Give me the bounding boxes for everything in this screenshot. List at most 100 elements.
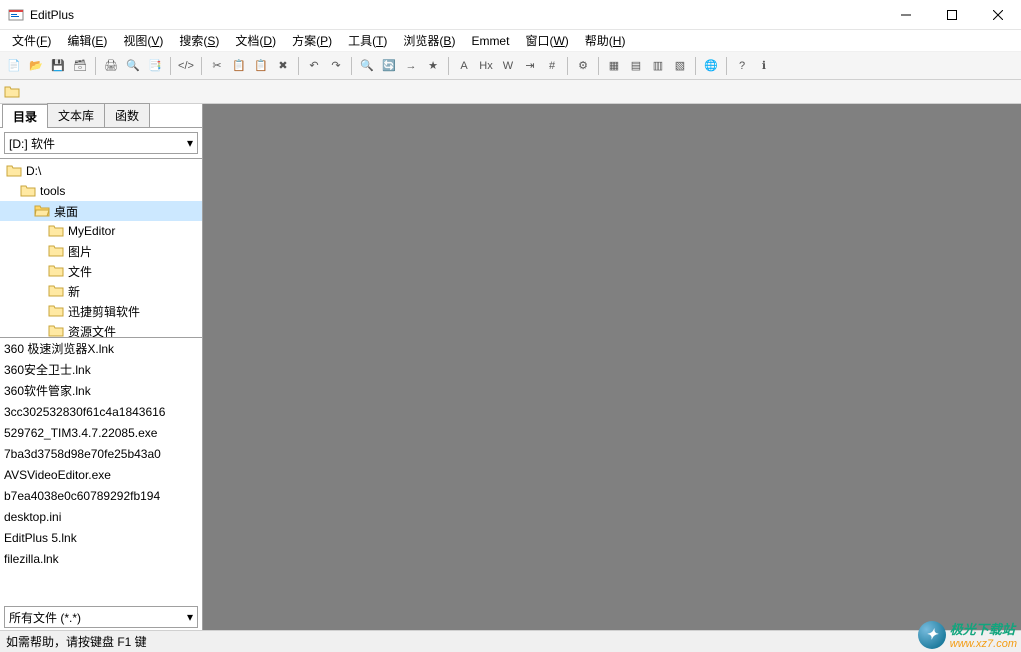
redo-button[interactable]: ↷: [326, 56, 346, 76]
toolbar-separator: [448, 57, 449, 75]
line-number-button[interactable]: #: [542, 56, 562, 76]
tree-item[interactable]: 迅捷剪辑软件: [0, 301, 202, 321]
sidebar-tabs: 目录文本库函数: [0, 104, 202, 128]
find-button[interactable]: 🔍: [357, 56, 377, 76]
folder-tree[interactable]: D:\ tools 桌面MyEditor 图片文件新迅捷剪辑软件资源文件: [0, 158, 202, 338]
tree-item-label: 文件: [68, 263, 92, 280]
menu-item-B[interactable]: 浏览器(B): [395, 30, 463, 51]
file-list-item[interactable]: 529762_TIM3.4.7.22085.exe: [0, 422, 202, 443]
tree-item[interactable]: D:\: [0, 161, 202, 181]
toolbar-separator: [351, 57, 352, 75]
chevron-down-icon: ▾: [187, 136, 193, 150]
sidebar-tab-0[interactable]: 目录: [2, 104, 48, 128]
indent-button[interactable]: ⇥: [520, 56, 540, 76]
bookmark-button[interactable]: ★: [423, 56, 443, 76]
print-button[interactable]: 🖨: [101, 56, 121, 76]
html-toolbar-button[interactable]: </>: [176, 56, 196, 76]
menu-item-H[interactable]: 帮助(H): [577, 30, 634, 51]
tree-item-label: D:\: [26, 164, 41, 178]
main-area: 目录文本库函数 [D:] 软件 ▾ D:\ tools 桌面MyEditor 图片文件…: [0, 104, 1021, 630]
tree-item[interactable]: MyEditor: [0, 221, 202, 241]
file-list-item[interactable]: filezilla.lnk: [0, 548, 202, 569]
tile-h-button[interactable]: ▤: [626, 56, 646, 76]
tree-item[interactable]: tools: [0, 181, 202, 201]
page-setup-button[interactable]: 📑: [145, 56, 165, 76]
file-list-item[interactable]: desktop.ini: [0, 506, 202, 527]
folder-icon: [4, 84, 20, 100]
copy-button[interactable]: 📋: [229, 56, 249, 76]
tree-item-label: 新: [68, 283, 80, 300]
heading-button[interactable]: Hx: [476, 56, 496, 76]
file-list[interactable]: 360 极速浏览器X.lnk360安全卫士.lnk360软件管家.lnk3cc3…: [0, 338, 202, 604]
menu-item-D[interactable]: 文档(D): [227, 30, 284, 51]
menu-item-T[interactable]: 工具(T): [340, 30, 395, 51]
paste-button[interactable]: 📋: [251, 56, 271, 76]
cut-button[interactable]: ✂: [207, 56, 227, 76]
tree-item[interactable]: 图片: [0, 241, 202, 261]
tree-item[interactable]: 资源文件: [0, 321, 202, 338]
window-controls: [883, 0, 1021, 29]
close-button[interactable]: [975, 0, 1021, 29]
cascade-button[interactable]: ▧: [670, 56, 690, 76]
menubar: 文件(F)编辑(E)视图(V)搜索(S)文档(D)方案(P)工具(T)浏览器(B…: [0, 30, 1021, 52]
file-list-item[interactable]: 7ba3d3758d98e70fe25b43a0: [0, 443, 202, 464]
drive-selector[interactable]: [D:] 软件 ▾: [4, 132, 198, 154]
watermark-url: www.xz7.com: [950, 638, 1017, 650]
sidebar-tab-1[interactable]: 文本库: [47, 103, 105, 127]
browser-button[interactable]: 🌐: [701, 56, 721, 76]
save-file-button[interactable]: 💾: [48, 56, 68, 76]
file-list-item[interactable]: 3cc302532830f61c4a1843616: [0, 401, 202, 422]
tree-item-label: 迅捷剪辑软件: [68, 303, 140, 320]
tree-item-label: 图片: [68, 243, 92, 260]
minimize-button[interactable]: [883, 0, 929, 29]
goto-button[interactable]: →: [401, 56, 421, 76]
menu-item-P[interactable]: 方案(P): [284, 30, 340, 51]
drive-label: [D:] 软件: [9, 135, 55, 152]
tile-v-button[interactable]: ▥: [648, 56, 668, 76]
about-button[interactable]: ℹ: [754, 56, 774, 76]
save-all-button[interactable]: 🗃: [70, 56, 90, 76]
pathbar: [0, 80, 1021, 104]
file-filter[interactable]: 所有文件 (*.*) ▾: [4, 606, 198, 628]
menu-item-V[interactable]: 视图(V): [115, 30, 171, 51]
file-list-item[interactable]: 360软件管家.lnk: [0, 380, 202, 401]
maximize-button[interactable]: [929, 0, 975, 29]
tree-item[interactable]: 文件: [0, 261, 202, 281]
toolbar-separator: [201, 57, 202, 75]
file-list-item[interactable]: b7ea4038e0c60789292fb194: [0, 485, 202, 506]
watermark-logo-icon: ✦: [918, 621, 946, 649]
editor-area: [203, 104, 1021, 630]
settings-button[interactable]: ⚙: [573, 56, 593, 76]
file-list-item[interactable]: 360安全卫士.lnk: [0, 359, 202, 380]
watermark: ✦ 极光下载站 www.xz7.com: [918, 619, 1017, 650]
watermark-text: 极光下载站: [950, 619, 1017, 638]
tree-item-label: tools: [40, 184, 65, 198]
statusbar: 如需帮助，请按键盘 F1 键: [0, 630, 1021, 652]
help-button[interactable]: ?: [732, 56, 752, 76]
file-list-item[interactable]: 360 极速浏览器X.lnk: [0, 338, 202, 359]
file-list-item[interactable]: AVSVideoEditor.exe: [0, 464, 202, 485]
font-size-button[interactable]: A: [454, 56, 474, 76]
new-file-button[interactable]: 📄: [4, 56, 24, 76]
menu-item-E[interactable]: 编辑(E): [59, 30, 115, 51]
tree-item[interactable]: 新: [0, 281, 202, 301]
open-file-button[interactable]: 📂: [26, 56, 46, 76]
menu-item-8[interactable]: Emmet: [463, 32, 517, 50]
print-preview-button[interactable]: 🔍: [123, 56, 143, 76]
tree-item-label: 桌面: [54, 203, 78, 220]
window-list-button[interactable]: ▦: [604, 56, 624, 76]
file-list-item[interactable]: EditPlus 5.lnk: [0, 527, 202, 548]
toolbar-separator: [170, 57, 171, 75]
menu-item-S[interactable]: 搜索(S): [171, 30, 227, 51]
menu-item-W[interactable]: 窗口(W): [517, 30, 576, 51]
delete-button[interactable]: ✖: [273, 56, 293, 76]
toolbar-separator: [598, 57, 599, 75]
undo-button[interactable]: ↶: [304, 56, 324, 76]
tree-item-label: 资源文件: [68, 323, 116, 339]
find-replace-button[interactable]: 🔄: [379, 56, 399, 76]
menu-item-F[interactable]: 文件(F): [4, 30, 59, 51]
tree-item[interactable]: 桌面: [0, 201, 202, 221]
titlebar: EditPlus: [0, 0, 1021, 30]
sidebar-tab-2[interactable]: 函数: [104, 103, 150, 127]
word-wrap-button[interactable]: W: [498, 56, 518, 76]
